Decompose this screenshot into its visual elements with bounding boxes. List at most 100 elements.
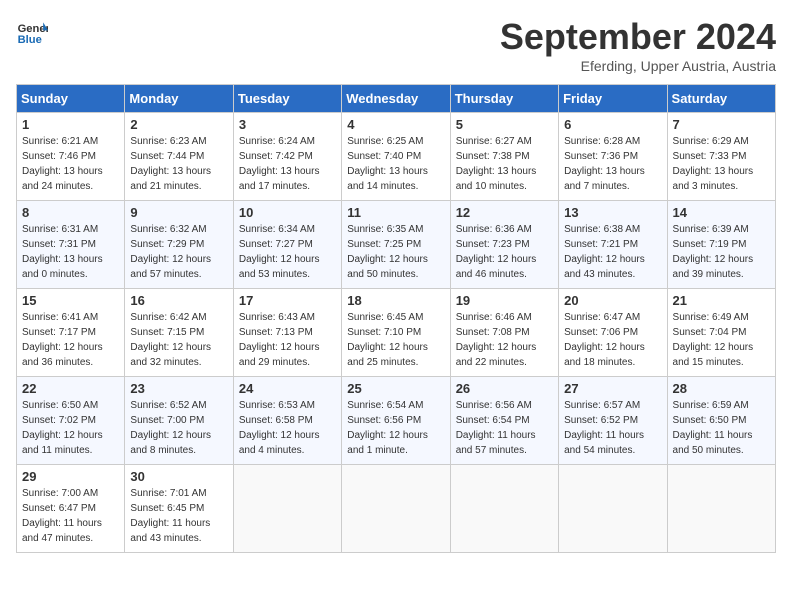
day-info: Sunrise: 6:57 AM Sunset: 6:52 PM Dayligh…: [564, 398, 661, 458]
day-number: 20: [564, 293, 661, 308]
calendar-cell: 18Sunrise: 6:45 AM Sunset: 7:10 PM Dayli…: [342, 289, 450, 377]
day-number: 21: [673, 293, 770, 308]
calendar-cell: [559, 465, 667, 553]
day-number: 10: [239, 205, 336, 220]
calendar-cell: 26Sunrise: 6:56 AM Sunset: 6:54 PM Dayli…: [450, 377, 558, 465]
calendar-table: Sunday Monday Tuesday Wednesday Thursday…: [16, 84, 776, 553]
day-number: 24: [239, 381, 336, 396]
day-number: 19: [456, 293, 553, 308]
day-info: Sunrise: 6:35 AM Sunset: 7:25 PM Dayligh…: [347, 222, 444, 282]
day-info: Sunrise: 6:27 AM Sunset: 7:38 PM Dayligh…: [456, 134, 553, 194]
day-number: 3: [239, 117, 336, 132]
day-info: Sunrise: 6:56 AM Sunset: 6:54 PM Dayligh…: [456, 398, 553, 458]
day-info: Sunrise: 6:24 AM Sunset: 7:42 PM Dayligh…: [239, 134, 336, 194]
day-number: 5: [456, 117, 553, 132]
day-info: Sunrise: 6:23 AM Sunset: 7:44 PM Dayligh…: [130, 134, 227, 194]
day-info: Sunrise: 6:54 AM Sunset: 6:56 PM Dayligh…: [347, 398, 444, 458]
month-title: September 2024: [500, 16, 776, 58]
calendar-cell: 7Sunrise: 6:29 AM Sunset: 7:33 PM Daylig…: [667, 113, 775, 201]
day-info: Sunrise: 6:36 AM Sunset: 7:23 PM Dayligh…: [456, 222, 553, 282]
header: General Blue September 2024 Eferding, Up…: [16, 16, 776, 74]
day-info: Sunrise: 6:25 AM Sunset: 7:40 PM Dayligh…: [347, 134, 444, 194]
calendar-row: 29Sunrise: 7:00 AM Sunset: 6:47 PM Dayli…: [17, 465, 776, 553]
day-info: Sunrise: 6:31 AM Sunset: 7:31 PM Dayligh…: [22, 222, 119, 282]
day-number: 16: [130, 293, 227, 308]
calendar-cell: [233, 465, 341, 553]
calendar-cell: 24 Sunrise: 6:53 AM Sunset: 6:58 PM Dayli…: [233, 377, 341, 465]
day-number: 14: [673, 205, 770, 220]
day-info: Sunrise: 6:46 AM Sunset: 7:08 PM Dayligh…: [456, 310, 553, 370]
calendar-cell: 14 Sunrise: 6:39 AM Sunset: 7:19 PM Dayli…: [667, 201, 775, 289]
day-number: 22: [22, 381, 119, 396]
calendar-cell: 23 Sunrise: 6:52 AM Sunset: 7:00 PM Dayli…: [125, 377, 233, 465]
calendar-cell: 9 Sunrise: 6:32 AM Sunset: 7:29 PM Daylig…: [125, 201, 233, 289]
day-info: Sunrise: 6:59 AM Sunset: 6:50 PM Dayligh…: [673, 398, 770, 458]
calendar-row: 22 Sunrise: 6:50 AM Sunset: 7:02 PM Dayli…: [17, 377, 776, 465]
calendar-cell: 27 Sunrise: 6:57 AM Sunset: 6:52 PM Dayli…: [559, 377, 667, 465]
calendar-cell: 4 Sunrise: 6:25 AM Sunset: 7:40 PM Daylig…: [342, 113, 450, 201]
day-number: 9: [130, 205, 227, 220]
day-number: 13: [564, 205, 661, 220]
calendar-cell: 20 Sunrise: 6:47 AM Sunset: 7:06 PM Dayli…: [559, 289, 667, 377]
day-number: 23: [130, 381, 227, 396]
day-info: Sunrise: 6:28 AM Sunset: 7:36 PM Dayligh…: [564, 134, 661, 194]
day-info: Sunrise: 6:34 AM Sunset: 7:27 PM Dayligh…: [239, 222, 336, 282]
day-info: Sunrise: 6:41 AM Sunset: 7:17 PM Dayligh…: [22, 310, 119, 370]
day-number: 11: [347, 205, 444, 220]
day-info: Sunrise: 6:32 AM Sunset: 7:29 PM Dayligh…: [130, 222, 227, 282]
calendar-cell: 8 Sunrise: 6:31 AM Sunset: 7:31 PM Daylig…: [17, 201, 125, 289]
day-number: 25: [347, 381, 444, 396]
day-info: Sunrise: 6:38 AM Sunset: 7:21 PM Dayligh…: [564, 222, 661, 282]
calendar-cell: 29Sunrise: 7:00 AM Sunset: 6:47 PM Dayli…: [17, 465, 125, 553]
location: Eferding, Upper Austria, Austria: [500, 58, 776, 74]
col-wednesday: Wednesday: [342, 85, 450, 113]
logo-icon: General Blue: [16, 16, 48, 48]
day-info: Sunrise: 6:45 AM Sunset: 7:10 PM Dayligh…: [347, 310, 444, 370]
calendar-cell: 10 Sunrise: 6:34 AM Sunset: 7:27 PM Dayli…: [233, 201, 341, 289]
calendar-cell: [667, 465, 775, 553]
calendar-cell: 17Sunrise: 6:43 AM Sunset: 7:13 PM Dayli…: [233, 289, 341, 377]
calendar-cell: 15 Sunrise: 6:41 AM Sunset: 7:17 PM Dayli…: [17, 289, 125, 377]
calendar-cell: 5 Sunrise: 6:27 AM Sunset: 7:38 PM Daylig…: [450, 113, 558, 201]
calendar-cell: [450, 465, 558, 553]
day-number: 15: [22, 293, 119, 308]
col-tuesday: Tuesday: [233, 85, 341, 113]
calendar-cell: [342, 465, 450, 553]
calendar-cell: 12Sunrise: 6:36 AM Sunset: 7:23 PM Dayli…: [450, 201, 558, 289]
calendar-cell: 21 Sunrise: 6:49 AM Sunset: 7:04 PM Dayli…: [667, 289, 775, 377]
day-number: 7: [673, 117, 770, 132]
col-saturday: Saturday: [667, 85, 775, 113]
day-info: Sunrise: 6:47 AM Sunset: 7:06 PM Dayligh…: [564, 310, 661, 370]
day-info: Sunrise: 6:52 AM Sunset: 7:00 PM Dayligh…: [130, 398, 227, 458]
calendar-cell: 6Sunrise: 6:28 AM Sunset: 7:36 PM Daylig…: [559, 113, 667, 201]
calendar-cell: 3 Sunrise: 6:24 AM Sunset: 7:42 PM Daylig…: [233, 113, 341, 201]
header-row: Sunday Monday Tuesday Wednesday Thursday…: [17, 85, 776, 113]
calendar-cell: 11 Sunrise: 6:35 AM Sunset: 7:25 PM Dayli…: [342, 201, 450, 289]
calendar-row: 1 Sunrise: 6:21 AM Sunset: 7:46 PM Daylig…: [17, 113, 776, 201]
calendar-cell: 30Sunrise: 7:01 AM Sunset: 6:45 PM Dayli…: [125, 465, 233, 553]
day-number: 1: [22, 117, 119, 132]
day-info: Sunrise: 6:39 AM Sunset: 7:19 PM Dayligh…: [673, 222, 770, 282]
day-info: Sunrise: 6:49 AM Sunset: 7:04 PM Dayligh…: [673, 310, 770, 370]
day-number: 29: [22, 469, 119, 484]
day-number: 2: [130, 117, 227, 132]
col-sunday: Sunday: [17, 85, 125, 113]
calendar-body: 1 Sunrise: 6:21 AM Sunset: 7:46 PM Daylig…: [17, 113, 776, 553]
page: General Blue September 2024 Eferding, Up…: [0, 0, 792, 561]
day-number: 17: [239, 293, 336, 308]
day-info: Sunrise: 6:42 AM Sunset: 7:15 PM Dayligh…: [130, 310, 227, 370]
calendar-row: 8 Sunrise: 6:31 AM Sunset: 7:31 PM Daylig…: [17, 201, 776, 289]
calendar-cell: 13 Sunrise: 6:38 AM Sunset: 7:21 PM Dayli…: [559, 201, 667, 289]
calendar-cell: 2 Sunrise: 6:23 AM Sunset: 7:44 PM Daylig…: [125, 113, 233, 201]
calendar-cell: 28Sunrise: 6:59 AM Sunset: 6:50 PM Dayli…: [667, 377, 775, 465]
calendar-cell: 25 Sunrise: 6:54 AM Sunset: 6:56 PM Dayli…: [342, 377, 450, 465]
day-number: 27: [564, 381, 661, 396]
calendar-cell: 1 Sunrise: 6:21 AM Sunset: 7:46 PM Daylig…: [17, 113, 125, 201]
day-number: 4: [347, 117, 444, 132]
day-info: Sunrise: 6:50 AM Sunset: 7:02 PM Dayligh…: [22, 398, 119, 458]
calendar-cell: 16 Sunrise: 6:42 AM Sunset: 7:15 PM Dayli…: [125, 289, 233, 377]
svg-text:Blue: Blue: [18, 34, 42, 46]
day-info: Sunrise: 6:21 AM Sunset: 7:46 PM Dayligh…: [22, 134, 119, 194]
day-number: 8: [22, 205, 119, 220]
day-info: Sunrise: 6:53 AM Sunset: 6:58 PM Dayligh…: [239, 398, 336, 458]
